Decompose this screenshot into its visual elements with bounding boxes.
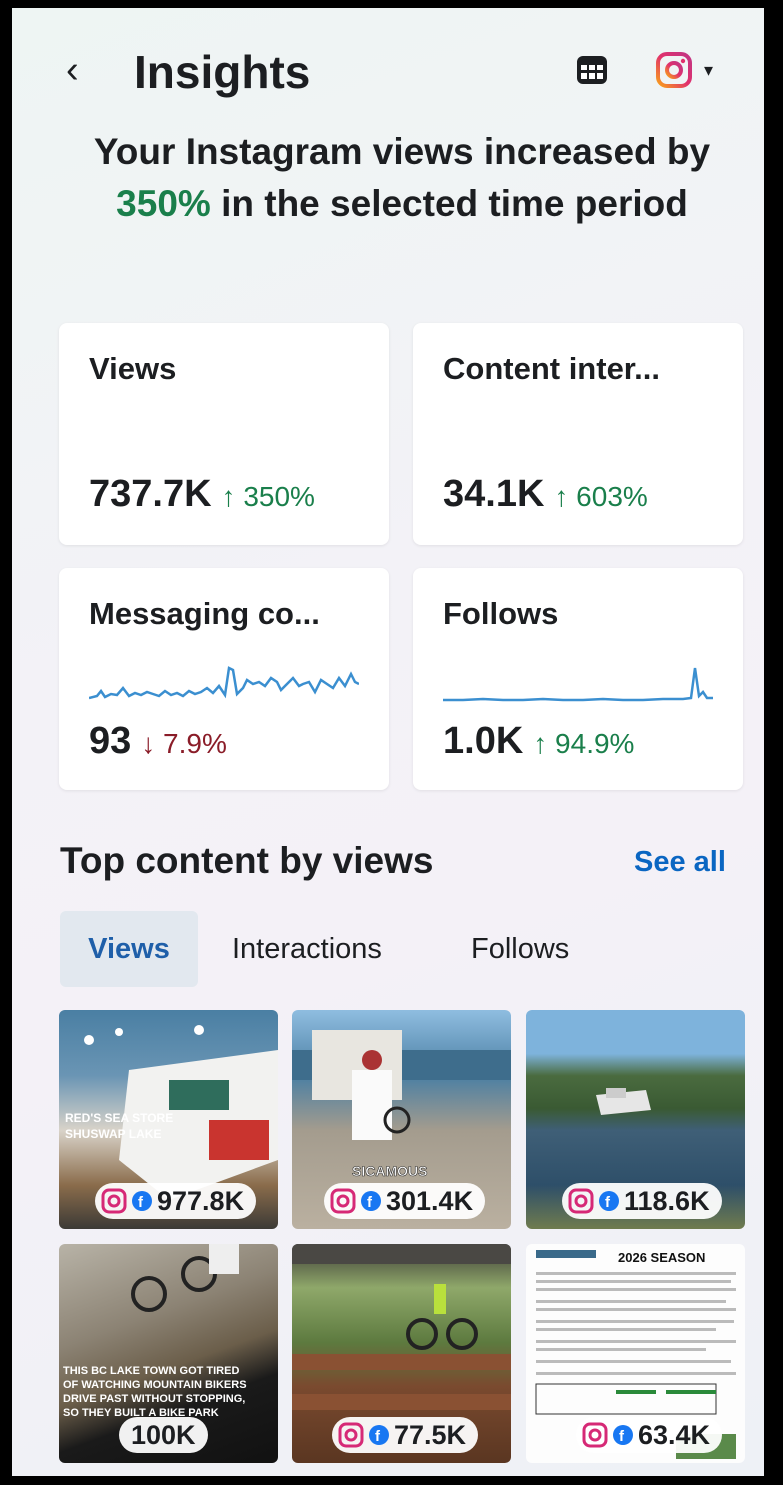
instagram-icon [582, 1422, 608, 1448]
metric-value: 1.0K [443, 720, 524, 762]
facebook-icon: f [599, 1191, 619, 1211]
svg-text:THIS BC LAKE TOWN GOT TIRED: THIS BC LAKE TOWN GOT TIRED [63, 1365, 239, 1377]
post-thumbnail[interactable]: SICAMOUS f 301.4K [292, 1010, 511, 1229]
view-count: 63.4K [638, 1420, 711, 1450]
metric-value-row: 93 ↓ 7.9% [89, 720, 227, 763]
instagram-icon [330, 1188, 356, 1214]
metric-change: ↑ 94.9% [533, 728, 635, 759]
view-count: 100K [131, 1420, 196, 1450]
view-count: 977.8K [157, 1186, 245, 1216]
view-count: 77.5K [394, 1420, 467, 1450]
metric-value-row: 737.7K ↑ 350% [89, 473, 315, 516]
view-count-badge: f 301.4K [324, 1183, 486, 1219]
instagram-icon[interactable] [654, 50, 694, 90]
metric-card-messaging[interactable]: Messaging co... 93 ↓ 7.9% [59, 568, 389, 790]
metric-card-follows[interactable]: Follows 1.0K ↑ 94.9% [413, 568, 743, 790]
headline-percent: 350% [116, 183, 211, 224]
instagram-icon [101, 1188, 127, 1214]
metric-title: Messaging co... [89, 596, 320, 631]
view-count: 118.6K [624, 1186, 710, 1216]
post-thumbnail[interactable]: 2026 SEASON f 63.4K [526, 1244, 745, 1463]
metric-change: ↓ 7.9% [141, 728, 227, 759]
metric-card-content-interactions[interactable]: Content inter... 34.1K ↑ 603% [413, 323, 743, 545]
facebook-icon: f [613, 1425, 633, 1445]
metric-value: 93 [89, 720, 132, 762]
insight-headline: Your Instagram views increased by 350% i… [52, 126, 752, 230]
post-thumbnail[interactable]: RED'S SEA STORE SHUSWAP LAKE f 977.8K [59, 1010, 278, 1229]
view-count-badge: f 977.8K [95, 1183, 257, 1219]
view-count-badge: f 77.5K [332, 1417, 479, 1453]
post-thumbnail[interactable]: f 118.6K [526, 1010, 745, 1229]
svg-text:SICAMOUS: SICAMOUS [352, 1163, 427, 1179]
svg-text:RED'S SEA STORE: RED'S SEA STORE [65, 1111, 173, 1125]
view-count-badge: 100K [119, 1417, 208, 1453]
headline-suffix: in the selected time period [221, 183, 688, 224]
table-icon[interactable] [574, 52, 610, 88]
post-thumbnail[interactable]: THIS BC LAKE TOWN GOT TIRED OF WATCHING … [59, 1244, 278, 1463]
see-all-link[interactable]: See all [634, 846, 726, 879]
metric-title: Content inter... [443, 351, 660, 386]
tab-interactions[interactable]: Interactions [232, 911, 382, 987]
view-count-badge: f 63.4K [576, 1417, 723, 1453]
view-count: 301.4K [386, 1186, 474, 1216]
facebook-icon: f [361, 1191, 381, 1211]
instagram-icon [568, 1188, 594, 1214]
view-count-badge: f 118.6K [562, 1183, 722, 1219]
metric-title: Views [89, 351, 177, 386]
tab-follows[interactable]: Follows [471, 911, 569, 987]
facebook-icon: f [369, 1425, 389, 1445]
metric-value-row: 34.1K ↑ 603% [443, 473, 648, 516]
messaging-sparkline [89, 666, 359, 700]
svg-text:OF WATCHING MOUNTAIN BIKERS: OF WATCHING MOUNTAIN BIKERS [63, 1379, 247, 1391]
follows-sparkline [443, 667, 713, 702]
metric-title: Follows [443, 596, 559, 631]
metric-value: 737.7K [89, 473, 212, 515]
content-tabs: Views Interactions Follows [60, 911, 760, 987]
svg-text:DRIVE PAST WITHOUT STOPPING,: DRIVE PAST WITHOUT STOPPING, [63, 1393, 245, 1405]
facebook-icon: f [132, 1191, 152, 1211]
tab-views[interactable]: Views [60, 911, 198, 987]
instagram-icon [338, 1422, 364, 1448]
post-thumbnail[interactable]: f 77.5K [292, 1244, 511, 1463]
metric-value: 34.1K [443, 473, 545, 515]
metric-card-views[interactable]: Views 737.7K ↑ 350% [59, 323, 389, 545]
svg-text:2026 SEASON: 2026 SEASON [618, 1250, 705, 1265]
insights-screen: ‹ Insights ▾ Your Instagram views increa… [12, 8, 764, 1476]
metric-change: ↑ 350% [221, 481, 315, 512]
top-bar: ‹ Insights ▾ [12, 38, 764, 108]
metric-change: ↑ 603% [554, 481, 648, 512]
headline-prefix: Your Instagram views increased by [93, 131, 711, 172]
section-title: Top content by views [60, 840, 434, 881]
page-title: Insights [134, 46, 311, 98]
metric-value-row: 1.0K ↑ 94.9% [443, 720, 634, 763]
back-button[interactable]: ‹ [66, 50, 79, 90]
caret-down-icon[interactable]: ▾ [704, 58, 713, 82]
svg-text:SHUSWAP LAKE: SHUSWAP LAKE [65, 1127, 161, 1141]
